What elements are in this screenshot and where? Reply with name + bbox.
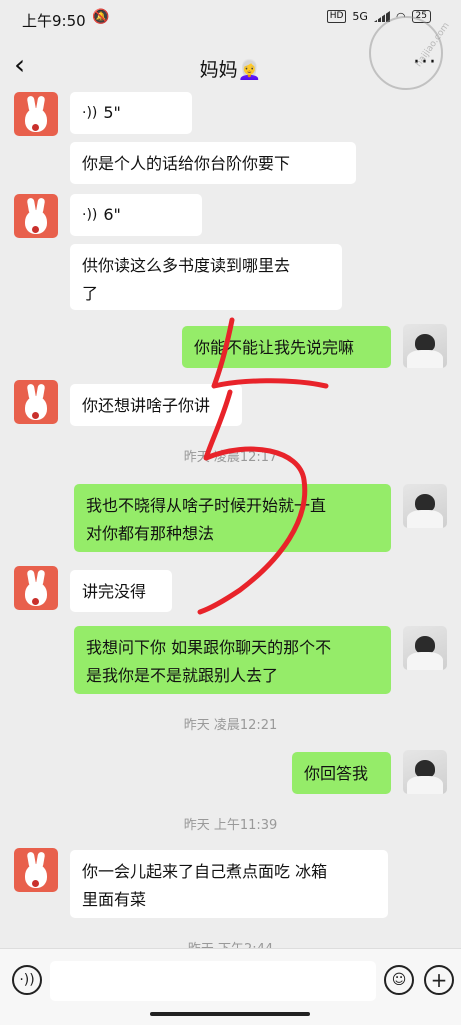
message-input[interactable] [50, 961, 376, 1001]
emoji-icon[interactable]: ☺ [384, 965, 414, 995]
plus-icon[interactable]: + [424, 965, 454, 995]
annotation-stroke [197, 317, 329, 615]
home-indicator [150, 1012, 310, 1016]
voice-icon[interactable]: ·)) [12, 965, 42, 995]
handwritten-annotation [197, 317, 329, 615]
